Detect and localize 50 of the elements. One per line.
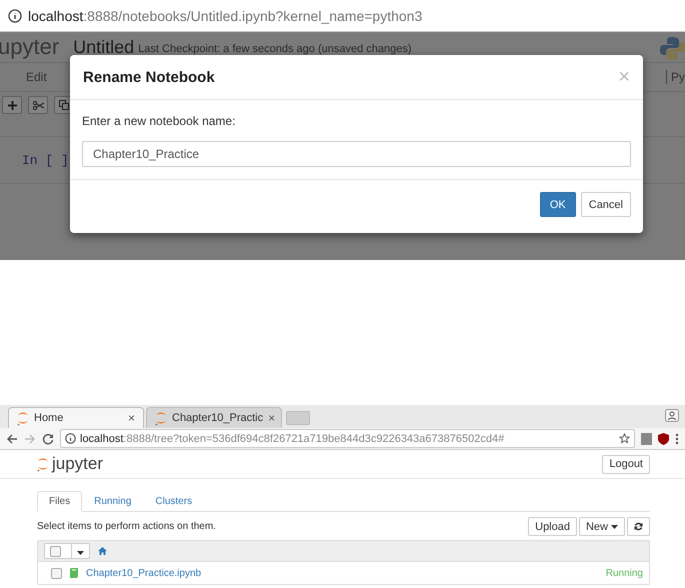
caret-icon	[77, 551, 84, 555]
caret-icon	[611, 524, 618, 528]
info-icon	[8, 8, 22, 22]
star-icon[interactable]	[619, 433, 630, 444]
plus-icon	[8, 100, 16, 110]
field-label: Enter a new notebook name:	[82, 114, 236, 128]
upload-button[interactable]: Upload	[528, 517, 577, 536]
refresh-button[interactable]	[627, 517, 650, 536]
notebook-title[interactable]: Untitled	[73, 36, 134, 58]
address-bar[interactable]: localhost:8888/notebooks/Untitled.ipynb?kernel_name=python3	[0, 0, 685, 32]
notebook-name-field[interactable]: Chapter10_Practice	[82, 141, 631, 167]
shield-icon[interactable]	[658, 432, 669, 444]
cut-button[interactable]	[28, 96, 48, 114]
page-tab[interactable]: Files	[37, 491, 82, 512]
extension-icon[interactable]	[641, 432, 652, 444]
running-status: Running	[606, 568, 643, 578]
page-tab[interactable]: Clusters	[143, 491, 204, 512]
home-icon[interactable]	[98, 547, 107, 555]
menu-icon[interactable]	[675, 432, 679, 444]
page-tab[interactable]: Running	[82, 491, 144, 512]
ok-button[interactable]: OK	[540, 192, 576, 217]
reload-icon[interactable]	[42, 432, 54, 444]
cancel-button[interactable]: Cancel	[580, 192, 631, 217]
browser-tab[interactable]: Home ×	[8, 407, 144, 428]
add-cell-button[interactable]	[2, 96, 22, 114]
file-link[interactable]: Chapter10_Practice.ipynb	[86, 568, 598, 578]
jupyter-logo-icon	[155, 410, 167, 426]
checkbox[interactable]	[51, 568, 62, 578]
select-all-checkbox[interactable]	[50, 546, 61, 556]
person-icon[interactable]	[665, 409, 679, 422]
python-logo-icon	[660, 36, 685, 61]
new-button[interactable]: New	[578, 517, 625, 536]
dialog-title: Rename Notebook	[83, 68, 215, 86]
notebook-icon	[70, 568, 78, 578]
jupyter-logo-icon	[37, 456, 49, 472]
kernel-indicator: Py	[666, 70, 685, 84]
scissors-icon	[32, 100, 44, 110]
jupyter-logo-icon	[17, 410, 29, 426]
browser-tab[interactable]: Chapter10_Practic ×	[146, 407, 282, 428]
checkpoint-status: Last Checkpoint: a few seconds ago (unsaved changes)	[138, 43, 412, 55]
logout-button[interactable]: Logout	[602, 454, 650, 474]
url-text: localhost:8888/notebooks/Untitled.ipynb?kernel_name=python3	[28, 8, 422, 24]
copy-icon	[59, 100, 69, 110]
url-text: localhost:8888/tree?token=536df694c8f26721a719be844d3c9226343a673876502cd4#	[80, 432, 504, 444]
refresh-icon	[634, 522, 643, 531]
back-icon[interactable]	[6, 432, 18, 444]
info-icon	[65, 433, 76, 444]
logo-text: jupyter	[52, 454, 104, 474]
address-bar[interactable]: localhost:8888/tree?token=536df694c8f26721a719be844d3c9226343a673876502cd4#	[60, 429, 635, 448]
instruction-text: Select items to perform actions on them.	[37, 521, 216, 532]
